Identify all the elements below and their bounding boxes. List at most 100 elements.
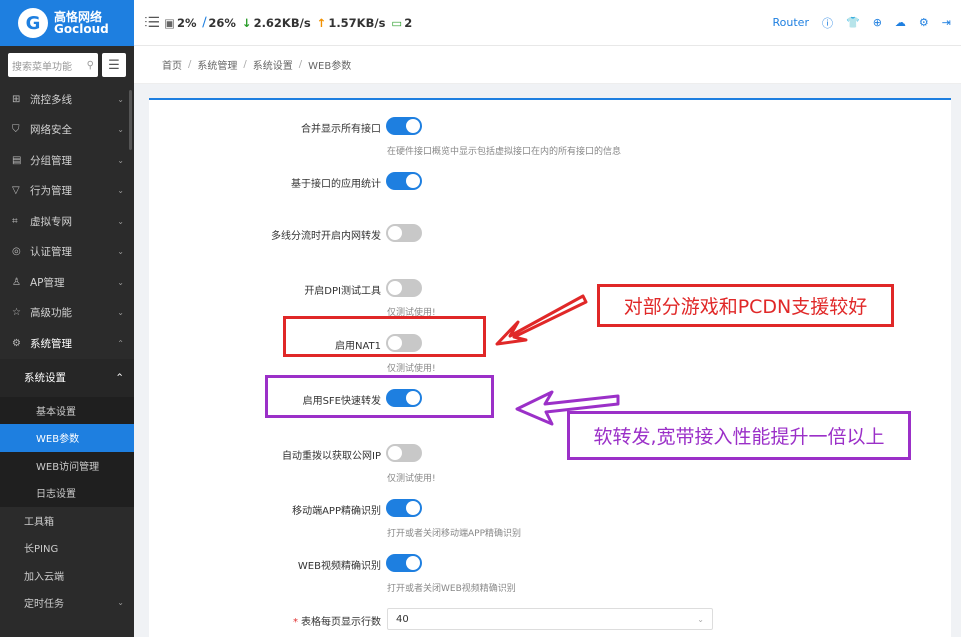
settings-icon[interactable]: ⚙ [919,16,929,29]
sidebar-item-long-ping[interactable]: 长PING [0,534,134,562]
breadcrumb-system-settings[interactable]: 系统设置 [253,57,293,72]
arrow-down-icon: ↓ [241,15,252,30]
system-settings-group: 系统设置 ⌃ 基本设置 WEB参数 WEB访问管理 日志设置 [0,358,134,507]
sidebar-item-basic-settings[interactable]: 基本设置 [0,397,134,425]
lan-forwarding-toggle[interactable] [386,224,422,242]
sidebar-item-scheduled-tasks[interactable]: 定时任务 ⌄ [0,589,134,617]
required-marker: * [293,617,298,628]
gear-icon: ⚙ [12,337,21,349]
router-label[interactable]: Router [773,16,809,29]
sfe-highlight-box [265,375,494,418]
mobile-app-detection-toggle[interactable] [386,499,422,517]
signal-icon: ⊞ [12,93,21,105]
toggle-knob [388,446,402,460]
logout-icon[interactable]: ⇥ [942,16,951,29]
breadcrumb-home[interactable]: 首页 [162,57,182,72]
sidebar: G 高恪网络 Gocloud 搜索菜单功能 ⚲ ☰ ⊞ 流控多线 ⌄ ⛉ 网络安… [0,0,134,637]
top-right-tools: Router ⓘ 👕 ⊕ ☁ ⚙ ⇥ [773,15,951,31]
sidebar-item-system-settings[interactable]: 系统设置 ⌃ [0,358,134,397]
sidebar-item-ap-management[interactable]: ♙ AP管理 ⌄ [0,267,134,298]
sfe-annotation: 软转发,宽带接入性能提升一倍以上 [567,411,911,460]
menu-search-input[interactable]: 搜索菜单功能 ⚲ [8,53,98,77]
info-icon[interactable]: ⓘ [822,15,833,31]
globe-icon[interactable]: ⊕ [873,16,882,29]
brand-logo[interactable]: G 高恪网络 Gocloud [0,0,134,46]
chevron-down-icon: ⌄ [117,277,124,287]
chip-icon: ▣ [164,15,175,30]
sidebar-item-label: 高级功能 [30,307,72,320]
setting-help: 在硬件接口概览中显示包括虚拟接口在内的所有接口的信息 [387,147,622,157]
sidebar-item-behavior-management[interactable]: ▽ 行为管理 ⌄ [0,176,134,207]
sidebar-item-group-management[interactable]: ▤ 分组管理 ⌄ [0,145,134,176]
rows-per-page-select[interactable]: 40 ⌄ [387,608,713,630]
toggle-knob [388,281,402,295]
sidebar-item-label: 分组管理 [30,154,72,167]
sidebar-item-web-params[interactable]: WEB参数 [0,424,134,452]
chevron-up-icon: ⌃ [115,371,124,384]
sidebar-item-label: 系统设置 [24,372,66,384]
sidebar-item-label: 加入云端 [24,571,64,583]
sidebar-item-toolbox[interactable]: 工具箱 [0,507,134,535]
sidebar-item-flow-control[interactable]: ⊞ 流控多线 ⌄ [0,84,134,115]
devices-stat[interactable]: ▭ 2 [391,16,412,30]
sidebar-item-vpn[interactable]: ⌗ 虚拟专网 ⌄ [0,206,134,237]
collapse-sidebar-icon[interactable]: ⫶☰ [144,15,160,31]
auto-redial-toggle[interactable] [386,444,422,462]
rows-per-page-label: 表格每页显示行数 [301,617,381,628]
chevron-down-icon: ⌄ [117,186,124,196]
sidebar-item-label: 长PING [24,544,59,556]
sidebar-item-label: 流控多线 [30,93,72,106]
toggle-knob [406,501,420,515]
chevron-down-icon: ⌄ [117,94,124,104]
check-shield-icon: ◎ [12,246,21,258]
toggle-knob [406,556,420,570]
memory-icon: ⧸ [202,15,207,29]
sidebar-item-system-management[interactable]: ⚙ 系统管理 ⌃ [0,328,134,359]
setting-help: 仅测试使用! [387,474,436,484]
setting-label: 开启DPI测试工具 [304,286,381,297]
chevron-down-icon: ⌄ [117,216,124,226]
toggle-knob [406,174,420,188]
merge-interfaces-toggle[interactable] [386,117,422,135]
web-video-detection-toggle[interactable] [386,554,422,572]
upload-value: 1.57KB/s [328,15,386,30]
interface-app-stats-toggle[interactable] [386,172,422,190]
memory-stat: ⧸ 26% [202,15,235,30]
breadcrumb-web-params: WEB参数 [308,61,352,72]
memory-value: 26% [208,15,236,30]
shirt-icon[interactable]: 👕 [846,16,860,29]
setting-label: * 表格每页显示行数 [293,613,381,628]
app: G 高恪网络 Gocloud 搜索菜单功能 ⚲ ☰ ⊞ 流控多线 ⌄ ⛉ 网络安… [0,0,961,637]
search-icon: ⚲ [86,59,94,71]
menu-collapse-button[interactable]: ☰ [102,53,126,77]
ap-icon: ♙ [12,276,21,288]
dpi-test-tool-toggle[interactable] [386,279,422,297]
top-bar: ⫶☰ ▣ 2% ⧸ 26% ↓ 2.62KB/s ↑ 1.57KB/s ▭ 2 Route… [134,0,961,46]
sidebar-item-log-settings[interactable]: 日志设置 [0,479,134,507]
chevron-down-icon: ⌄ [117,308,124,318]
chevron-down-icon: ⌄ [697,614,704,624]
list-icon: ▤ [12,154,22,166]
sidebar-item-advanced[interactable]: ☆ 高级功能 ⌄ [0,298,134,329]
brand-text: 高恪网络 Gocloud [54,11,109,35]
sidebar-item-network-security[interactable]: ⛉ 网络安全 ⌄ [0,115,134,146]
breadcrumb: 首页 / 系统管理 / 系统设置 / WEB参数 [134,46,961,84]
upload-stat: ↑ 1.57KB/s [317,16,386,30]
breadcrumb-system-management[interactable]: 系统管理 [197,57,237,72]
filter-icon: ▽ [12,185,20,197]
sidebar-item-join-cloud[interactable]: 加入云端 [0,562,134,590]
brand-name-en: Gocloud [54,22,109,36]
setting-label: 移动端APP精确识别 [292,506,381,517]
cloud-upload-icon[interactable]: ☁ [895,16,906,29]
setting-label: 自动重拨以获取公网IP [282,451,381,462]
cpu-value: 2% [176,15,197,30]
sidebar-item-web-access[interactable]: WEB访问管理 [0,452,134,480]
sidebar-item-auth-management[interactable]: ◎ 认证管理 ⌄ [0,237,134,268]
devices-value: 2 [404,15,413,30]
sidebar-item-label: AP管理 [30,276,65,289]
star-icon: ☆ [12,307,21,319]
sidebar-scrollbar[interactable] [129,90,132,150]
sidebar-item-label: 系统管理 [30,337,72,350]
nat1-annotation: 对部分游戏和PCDN支援较好 [597,284,894,327]
sidebar-item-label: 定时任务 [24,599,64,611]
